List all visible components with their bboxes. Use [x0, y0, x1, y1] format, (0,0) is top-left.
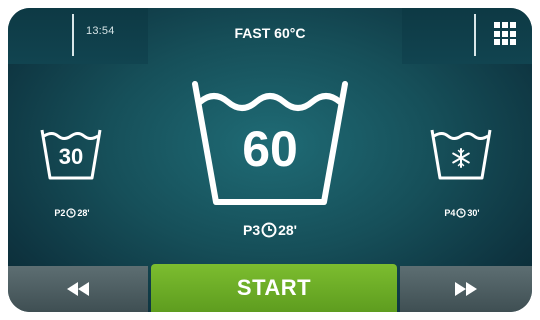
program-option-p2[interactable]: 30	[40, 128, 102, 184]
snowflake-icon	[452, 148, 470, 168]
program-label-p3: P3 28'	[230, 222, 310, 238]
grid-menu-icon[interactable]	[494, 22, 518, 46]
bottom-bar: START	[8, 264, 532, 312]
start-label: START	[236, 275, 312, 300]
program-option-p4[interactable]	[430, 128, 492, 184]
display-screen: 13:54 FAST 60°C 30 P2 28' 60 P3 28' P4 3…	[8, 8, 532, 312]
start-button[interactable]: START	[151, 264, 397, 312]
clock-icon	[456, 208, 467, 218]
program-id: P3	[242, 222, 261, 238]
temperature-value: 30	[58, 144, 84, 169]
clock-icon	[66, 208, 77, 218]
program-label-p4: P4 30'	[434, 208, 490, 218]
top-bar: 13:54 FAST 60°C	[8, 8, 532, 64]
program-duration: 28'	[278, 222, 298, 238]
program-id: P2	[54, 208, 66, 218]
rewind-icon	[67, 282, 89, 296]
next-program-button[interactable]	[400, 266, 532, 312]
program-label-p2: P2 28'	[44, 208, 100, 218]
fast-forward-icon	[455, 282, 477, 296]
program-title: FAST 60°C	[234, 25, 306, 41]
previous-program-button[interactable]	[8, 266, 148, 312]
temperature-value: 60	[242, 121, 298, 177]
program-id: P4	[444, 208, 456, 218]
program-duration: 28'	[77, 208, 90, 218]
clock-icon	[261, 222, 277, 238]
program-option-p3[interactable]: 60	[190, 78, 350, 208]
program-duration: 30'	[467, 208, 480, 218]
